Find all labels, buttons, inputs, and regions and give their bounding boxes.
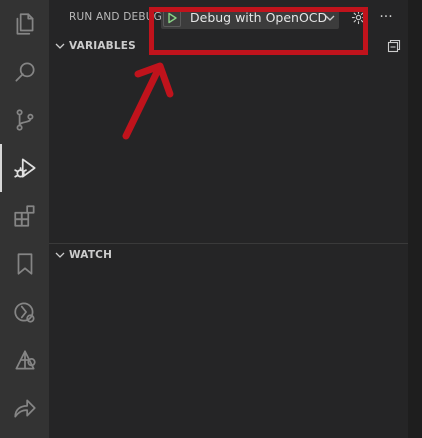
platform-icon xyxy=(14,350,36,370)
chevron-down-icon[interactable] xyxy=(324,12,336,24)
start-debugging-button[interactable] xyxy=(163,9,181,27)
files-icon xyxy=(16,13,33,35)
ellipsis-icon: ··· xyxy=(379,9,393,25)
more-actions-button[interactable]: ··· xyxy=(377,8,395,26)
platform-button[interactable] xyxy=(0,336,49,384)
play-icon xyxy=(168,12,177,24)
chevron-down-icon xyxy=(55,43,65,49)
launch-config-selected[interactable]: Debug with OpenOCD xyxy=(190,10,330,25)
remote-explorer-icon xyxy=(13,302,35,323)
variables-panel xyxy=(49,57,408,243)
source-control-icon xyxy=(16,109,33,131)
sidebar-title: RUN AND DEBUG xyxy=(69,11,162,23)
watch-section-header[interactable]: WATCH xyxy=(49,244,408,266)
live-share-button[interactable] xyxy=(0,384,49,432)
editor-edge xyxy=(408,0,422,438)
sidebar-title-bar: RUN AND DEBUG Debug with OpenOCD ··· xyxy=(49,0,408,35)
activity-bar xyxy=(0,0,49,438)
chevron-down-icon xyxy=(55,252,65,258)
collapse-all-icon[interactable] xyxy=(387,39,401,53)
run-debug-button[interactable] xyxy=(0,144,49,192)
bookmarks-icon xyxy=(17,253,32,275)
search-button[interactable] xyxy=(0,48,49,96)
remote-explorer-button[interactable] xyxy=(0,288,49,336)
run-debug-icon xyxy=(13,158,36,178)
watch-section-title: WATCH xyxy=(69,249,113,261)
variables-section-title: VARIABLES xyxy=(69,40,136,52)
bookmarks-button[interactable] xyxy=(0,240,49,288)
extensions-button[interactable] xyxy=(0,192,49,240)
watch-panel xyxy=(49,266,408,438)
run-debug-sidebar: RUN AND DEBUG Debug with OpenOCD ··· VAR… xyxy=(49,0,408,438)
variables-section-header[interactable]: VARIABLES xyxy=(49,35,408,57)
launch-config-dropdown[interactable]: Debug with OpenOCD xyxy=(161,7,339,29)
source-control-button[interactable] xyxy=(0,96,49,144)
explorer-button[interactable] xyxy=(0,0,49,48)
live-share-icon xyxy=(13,399,36,418)
extensions-icon xyxy=(13,205,35,227)
gear-icon[interactable] xyxy=(351,10,366,25)
search-icon xyxy=(14,62,35,82)
